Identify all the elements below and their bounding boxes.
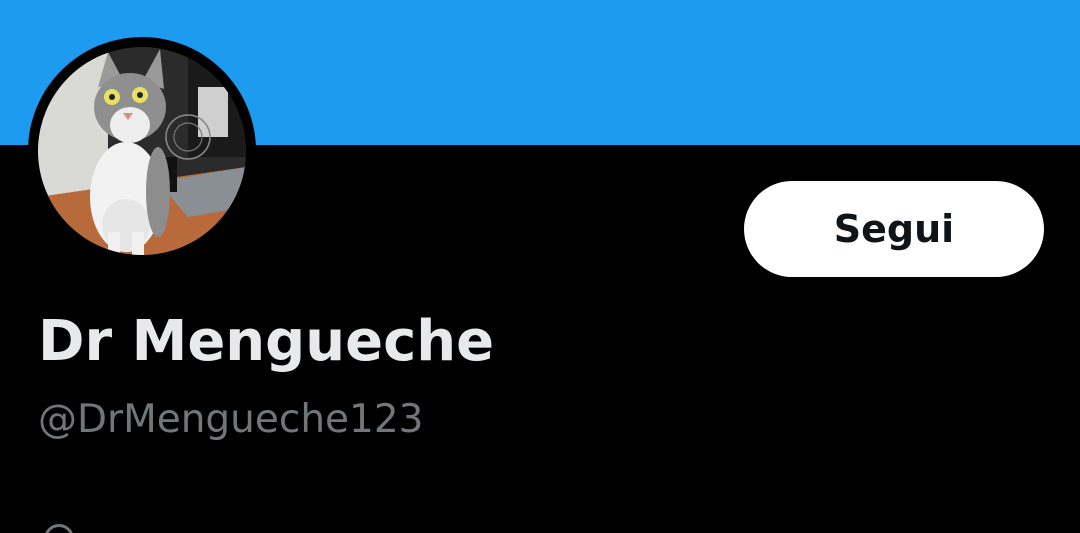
display-name: Dr Mengueche bbox=[38, 309, 495, 374]
follow-button[interactable]: Segui bbox=[744, 181, 1044, 277]
avatar[interactable] bbox=[38, 47, 246, 255]
user-handle: @DrMengueche123 bbox=[38, 397, 424, 442]
cat-photo-avatar-icon bbox=[38, 47, 246, 255]
profile-header: Segui Dr Mengueche @DrMengueche123 bbox=[0, 0, 1080, 533]
location-icon bbox=[44, 524, 74, 533]
